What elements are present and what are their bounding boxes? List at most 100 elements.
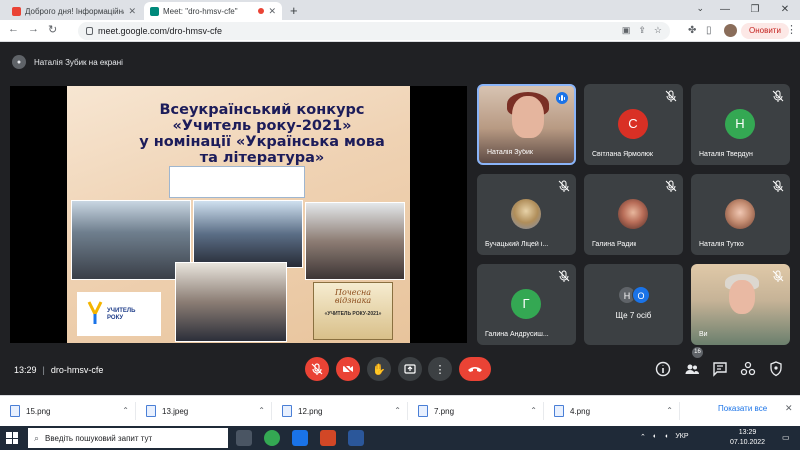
- volume-icon[interactable]: ◖: [664, 433, 668, 441]
- close-tab-icon[interactable]: ✕: [128, 6, 136, 17]
- back-button[interactable]: ←: [8, 23, 19, 35]
- gmail-icon: [12, 6, 21, 16]
- taskbar-clock[interactable]: 13:29 07.10.2022: [730, 428, 765, 448]
- mic-off-icon: [772, 180, 784, 192]
- mic-off-icon: [558, 180, 570, 192]
- more-options-button[interactable]: ⋮: [428, 357, 452, 381]
- download-item[interactable]: 13.jpeg ⌃: [146, 402, 272, 420]
- slide-title-line: «Учитель року-2021»: [172, 118, 352, 134]
- participant-initial: С: [618, 109, 648, 139]
- more-participants-tile[interactable]: Н О Ще 7 осіб: [584, 264, 683, 345]
- logo-mark-icon: [87, 301, 103, 324]
- network-icon[interactable]: ◐: [653, 433, 657, 441]
- raise-hand-button[interactable]: ✋: [367, 357, 391, 381]
- address-bar[interactable]: meet.google.com/dro-hmsv-cfe ▣ ⇪ ☆: [78, 22, 670, 40]
- participant-tile[interactable]: С Світлана Ярмолюк: [584, 84, 683, 165]
- mic-toggle-button[interactable]: [305, 357, 329, 381]
- download-filename: 4.png: [570, 406, 591, 416]
- download-item[interactable]: 15.png ⌃: [10, 402, 136, 420]
- meeting-time: 13:29: [14, 365, 37, 375]
- tab-search-icon[interactable]: ⌄: [696, 3, 704, 14]
- tab-meet[interactable]: Meet: "dro-hmsv-cfe" ✕: [144, 2, 282, 20]
- browser-tab-strip: Доброго дня! Інформаційна пл... ✕ Meet: …: [0, 0, 800, 20]
- recording-icon: [258, 8, 265, 14]
- browser-menu-icon[interactable]: ⋮: [786, 23, 797, 36]
- participant-tile[interactable]: Наталія Зубик: [477, 84, 576, 165]
- mic-off-icon: [665, 180, 677, 192]
- minimize-button[interactable]: —: [710, 0, 740, 20]
- participant-tile[interactable]: Галина Радик: [584, 174, 683, 255]
- mic-off-icon: [558, 270, 570, 282]
- search-icon: ⌕: [34, 432, 40, 443]
- separator: |: [42, 365, 45, 375]
- activities-icon[interactable]: [740, 361, 756, 377]
- ceremony-photo: [175, 262, 287, 342]
- participant-name: Галина Радик: [592, 241, 637, 248]
- close-window-button[interactable]: ✕: [770, 0, 800, 20]
- chevron-up-icon[interactable]: ⌃: [530, 406, 537, 415]
- download-filename: 13.jpeg: [162, 406, 189, 416]
- tab-info-page[interactable]: Доброго дня! Інформаційна пл... ✕: [6, 2, 142, 20]
- chevron-up-icon[interactable]: ⌃: [394, 406, 401, 415]
- new-tab-button[interactable]: +: [290, 3, 298, 18]
- maximize-button[interactable]: ❐: [740, 0, 770, 20]
- award-photo: [193, 200, 303, 268]
- chevron-up-icon[interactable]: ⌃: [666, 406, 673, 415]
- participant-name: Наталія Твердун: [699, 151, 753, 158]
- participant-count-badge: 16: [692, 347, 703, 358]
- task-view-icon[interactable]: [236, 430, 252, 446]
- taskbar-search[interactable]: ⌕ Введіть пошуковий запит тут: [28, 428, 228, 448]
- host-controls-icon[interactable]: [768, 361, 784, 377]
- close-tab-icon[interactable]: ✕: [268, 6, 276, 17]
- bookmark-star-icon[interactable]: ☆: [654, 25, 662, 36]
- windows-start-icon[interactable]: [6, 432, 18, 444]
- profile-avatar[interactable]: [724, 24, 737, 37]
- powerpoint-icon[interactable]: [320, 430, 336, 446]
- screen-share[interactable]: Всеукраїнський конкурс «Учитель року-202…: [10, 86, 467, 343]
- participant-avatar: [511, 199, 541, 229]
- share-icon[interactable]: ⇪: [638, 25, 646, 36]
- close-download-bar-icon[interactable]: ✕: [785, 403, 793, 414]
- chevron-up-icon[interactable]: ⌃: [122, 406, 129, 415]
- participant-name: Бучацький Ліцей і...: [485, 241, 549, 248]
- more-vert-icon: ⋮: [434, 363, 446, 376]
- app-icon[interactable]: [292, 430, 308, 446]
- download-item[interactable]: 4.png ⌃: [554, 402, 680, 420]
- keyboard-language[interactable]: УКР: [675, 433, 688, 441]
- forward-button[interactable]: →: [28, 23, 39, 35]
- participant-tile[interactable]: Бучацький Ліцей і...: [477, 174, 576, 255]
- participant-tile[interactable]: Г Галина Андрусиш...: [477, 264, 576, 345]
- present-button[interactable]: [398, 357, 422, 381]
- sidebar-icon[interactable]: ▯: [706, 25, 712, 36]
- hand-icon: ✋: [372, 363, 386, 376]
- more-participants-avatars: Н О: [618, 286, 650, 304]
- notifications-icon[interactable]: ▭: [782, 433, 790, 442]
- leave-call-button[interactable]: [459, 357, 491, 381]
- download-item[interactable]: 7.png ⌃: [418, 402, 544, 420]
- chat-icon[interactable]: [712, 361, 728, 377]
- self-view-tile[interactable]: Ви: [691, 264, 790, 345]
- participant-tile[interactable]: Наталія Тутко: [691, 174, 790, 255]
- tray-arrow-icon[interactable]: ⌃: [640, 433, 646, 441]
- windows-taskbar: ⌕ Введіть пошуковий запит тут ⌃ ◐ ◖ УКР …: [0, 426, 800, 450]
- chevron-up-icon[interactable]: ⌃: [258, 406, 265, 415]
- info-icon[interactable]: [655, 361, 671, 377]
- extensions-icon[interactable]: ✤: [688, 25, 696, 36]
- participant-name: Наталія Зубик: [487, 149, 533, 156]
- clock-time: 13:29: [738, 429, 757, 436]
- slide-title-line: у номінації «Українська мова: [139, 134, 385, 150]
- download-item[interactable]: 12.png ⌃: [282, 402, 408, 420]
- show-all-downloads-link[interactable]: Показати все: [718, 404, 767, 413]
- participant-initial: Н: [725, 109, 755, 139]
- camera-icon[interactable]: ▣: [622, 25, 631, 36]
- reload-button[interactable]: ↻: [48, 23, 57, 36]
- word-icon[interactable]: [348, 430, 364, 446]
- camera-toggle-button[interactable]: [336, 357, 360, 381]
- update-button[interactable]: Оновити: [741, 23, 789, 39]
- image-file-icon: [418, 405, 428, 417]
- people-button[interactable]: [684, 361, 700, 377]
- chrome-icon[interactable]: [264, 430, 280, 446]
- participant-tile[interactable]: Н Наталія Твердун: [691, 84, 790, 165]
- system-tray: ⌃ ◐ ◖ УКР: [640, 433, 689, 441]
- camera-off-icon: [342, 363, 354, 375]
